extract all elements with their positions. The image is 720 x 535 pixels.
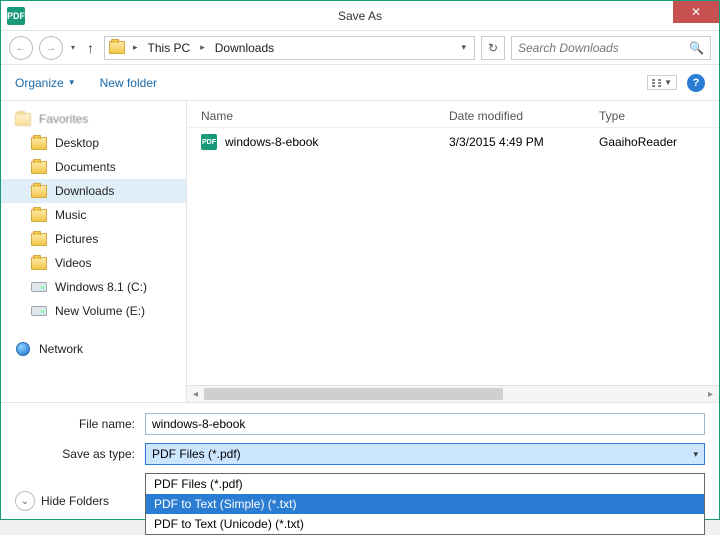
sidebar-item-label: Desktop bbox=[55, 136, 99, 150]
scroll-thumb[interactable] bbox=[204, 388, 503, 400]
chevron-right-icon[interactable]: ▸ bbox=[196, 42, 209, 53]
filename-input[interactable] bbox=[145, 413, 705, 435]
address-dropdown[interactable]: ▾ bbox=[457, 42, 470, 53]
app-icon: PDF bbox=[7, 7, 25, 25]
sidebar-item-network[interactable]: Network bbox=[1, 337, 186, 361]
column-header-date[interactable]: Date modified bbox=[449, 109, 599, 123]
search-input[interactable] bbox=[518, 41, 689, 55]
search-icon[interactable]: 🔍 bbox=[689, 41, 704, 55]
sidebar-item-label: Documents bbox=[55, 160, 116, 174]
sidebar-item-desktop[interactable]: Desktop bbox=[1, 131, 186, 155]
drive-icon bbox=[31, 279, 47, 295]
sidebar-item-label: Videos bbox=[55, 256, 91, 270]
chevron-down-icon: ⌄ bbox=[15, 491, 35, 511]
drive-icon bbox=[31, 303, 47, 319]
address-bar[interactable]: ▸ This PC ▸ Downloads ▾ bbox=[104, 36, 475, 60]
breadcrumb-downloads[interactable]: Downloads bbox=[213, 41, 276, 55]
sidebar-item-label: Music bbox=[55, 208, 86, 222]
column-header-type[interactable]: Type bbox=[599, 109, 709, 123]
help-button[interactable]: ? bbox=[687, 74, 705, 92]
folder-icon bbox=[31, 183, 47, 199]
folder-icon bbox=[31, 231, 47, 247]
sidebar-item-label: Downloads bbox=[55, 184, 114, 198]
search-box[interactable]: 🔍 bbox=[511, 36, 711, 60]
sidebar-group-blurred[interactable]: Favorites bbox=[1, 107, 186, 131]
organize-label: Organize bbox=[15, 76, 64, 90]
network-icon bbox=[15, 341, 31, 357]
sidebar-item-windows-8-1-c-[interactable]: Windows 8.1 (C:) bbox=[1, 275, 186, 299]
forward-button[interactable]: → bbox=[39, 36, 63, 60]
horizontal-scrollbar[interactable]: ◂ ▸ bbox=[187, 385, 719, 402]
sidebar-item-videos[interactable]: Videos bbox=[1, 251, 186, 275]
file-type: GaaihoReader bbox=[599, 135, 709, 149]
chevron-down-icon: ▼ bbox=[68, 78, 76, 87]
file-browser: Name Date modified Type PDF windows-8-ebo… bbox=[187, 101, 719, 402]
save-as-type-dropdown: PDF Files (*.pdf)PDF to Text (Simple) (*… bbox=[145, 473, 705, 535]
refresh-button[interactable]: ↻ bbox=[481, 36, 505, 60]
scroll-right-arrow[interactable]: ▸ bbox=[702, 389, 719, 400]
list-view-icon bbox=[658, 79, 661, 87]
filename-label: File name: bbox=[15, 417, 145, 431]
type-option[interactable]: PDF to Text (Unicode) (*.txt) bbox=[146, 514, 704, 534]
titlebar: PDF Save As ✕ bbox=[1, 1, 719, 31]
new-folder-button[interactable]: New folder bbox=[100, 76, 157, 90]
chevron-down-icon: ▾ bbox=[693, 449, 698, 460]
file-row[interactable]: PDF windows-8-ebook 3/3/2015 4:49 PMGaaiho… bbox=[187, 128, 719, 156]
folder-icon bbox=[31, 159, 47, 175]
folder-icon bbox=[15, 111, 31, 127]
folder-icon bbox=[31, 255, 47, 271]
save-as-dialog: PDF Save As ✕ ← → ▾ ↑ ▸ This PC ▸ Downlo… bbox=[0, 0, 720, 520]
file-list: PDF windows-8-ebook 3/3/2015 4:49 PMGaaiho… bbox=[187, 128, 719, 385]
chevron-down-icon: ▼ bbox=[664, 78, 672, 87]
sidebar-item-downloads[interactable]: Downloads bbox=[1, 179, 186, 203]
save-as-type-select[interactable]: PDF Files (*.pdf) ▾ bbox=[145, 443, 705, 465]
save-as-type-label: Save as type: bbox=[15, 447, 145, 461]
sidebar: Favorites Desktop Documents Downloads Music… bbox=[1, 101, 187, 402]
sidebar-item-new-volume-e-[interactable]: New Volume (E:) bbox=[1, 299, 186, 323]
column-header-name[interactable]: Name bbox=[201, 109, 449, 123]
folder-icon bbox=[109, 40, 125, 56]
hide-folders-button[interactable]: ⌄ Hide Folders bbox=[15, 491, 109, 511]
type-option[interactable]: PDF Files (*.pdf) bbox=[146, 474, 704, 494]
pdf-file-icon: PDF bbox=[201, 134, 217, 150]
organize-menu[interactable]: Organize ▼ bbox=[15, 76, 76, 90]
save-form: File name: Save as type: PDF Files (*.pd… bbox=[1, 402, 719, 483]
view-options-button[interactable]: ▼ bbox=[647, 75, 677, 90]
sidebar-item-music[interactable]: Music bbox=[1, 203, 186, 227]
sidebar-item-label: New Volume (E:) bbox=[55, 304, 145, 318]
column-headers: Name Date modified Type bbox=[187, 101, 719, 128]
up-button[interactable]: ↑ bbox=[83, 40, 98, 56]
sidebar-item-label: Pictures bbox=[55, 232, 98, 246]
new-folder-label: New folder bbox=[100, 76, 157, 90]
folder-icon bbox=[31, 207, 47, 223]
chevron-right-icon[interactable]: ▸ bbox=[129, 42, 142, 53]
list-view-icon bbox=[652, 79, 655, 87]
hide-folders-label: Hide Folders bbox=[41, 494, 109, 508]
sidebar-item-pictures[interactable]: Pictures bbox=[1, 227, 186, 251]
close-button[interactable]: ✕ bbox=[673, 1, 719, 23]
sidebar-item-label: Windows 8.1 (C:) bbox=[55, 280, 147, 294]
file-date: 3/3/2015 4:49 PM bbox=[449, 135, 599, 149]
history-dropdown[interactable]: ▾ bbox=[69, 43, 77, 52]
navbar: ← → ▾ ↑ ▸ This PC ▸ Downloads ▾ ↻ 🔍 bbox=[1, 31, 719, 65]
back-button[interactable]: ← bbox=[9, 36, 33, 60]
scroll-left-arrow[interactable]: ◂ bbox=[187, 389, 204, 400]
window-title: Save As bbox=[338, 9, 382, 23]
sidebar-item-label: Network bbox=[39, 342, 83, 356]
sidebar-item-documents[interactable]: Documents bbox=[1, 155, 186, 179]
file-name: windows-8-ebook bbox=[225, 135, 318, 149]
folder-icon bbox=[31, 135, 47, 151]
scroll-track[interactable] bbox=[204, 386, 702, 402]
toolbar: Organize ▼ New folder ▼ ? bbox=[1, 65, 719, 101]
breadcrumb-this-pc[interactable]: This PC bbox=[146, 41, 193, 55]
close-icon: ✕ bbox=[691, 5, 701, 19]
save-as-type-value: PDF Files (*.pdf) bbox=[152, 447, 241, 461]
type-option[interactable]: PDF to Text (Simple) (*.txt) bbox=[146, 494, 704, 514]
